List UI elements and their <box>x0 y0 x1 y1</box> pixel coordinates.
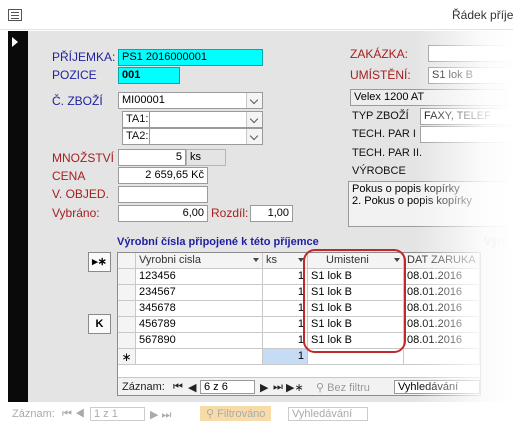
form-next-record-icon[interactable]: ▶ ⏭ <box>150 408 171 422</box>
pozice-label: POZICE <box>52 68 97 82</box>
model-field: Velex 1200 AT <box>350 89 513 106</box>
prijemka-field[interactable]: PS1 2016000001 <box>118 49 263 66</box>
zakazka-label: ZAKÁZKA: <box>350 47 409 61</box>
grid-cell-serial[interactable]: 123456 <box>136 269 263 285</box>
poznamka-line-2: 2. Pokus o popis kopírky <box>352 195 472 207</box>
prijemka-label: PŘÍJEMKA: <box>52 50 116 64</box>
k-button[interactable]: K <box>88 314 111 334</box>
ta1-label: TA1: <box>122 111 150 128</box>
highlight-annotation <box>303 249 406 353</box>
chevron-down-icon[interactable] <box>246 93 262 108</box>
zakazka-field[interactable] <box>428 45 513 62</box>
umisteni-combo[interactable]: S1 lok B <box>428 67 513 84</box>
grid-cell-datum[interactable]: 08.01.2016 <box>404 285 480 301</box>
chevron-down-icon[interactable] <box>246 112 262 127</box>
tech-par-2-label: TECH. PAR II. <box>352 147 423 159</box>
column-header-ks[interactable]: ks <box>263 253 308 269</box>
previous-record-icon[interactable]: ◀ <box>188 381 196 394</box>
filter-icon: ⚲ <box>206 408 215 420</box>
grid-cell-datum[interactable]: 08.01.2016 <box>404 269 480 285</box>
form-record-position[interactable]: 1 z 1 <box>90 407 145 421</box>
sort-arrow-icon[interactable] <box>253 258 259 262</box>
ta2-label: TA2: <box>122 128 150 145</box>
cena-label: CENA <box>52 169 86 183</box>
grid-search-box[interactable]: Vyhledávání <box>394 380 480 394</box>
grid-cell-ks[interactable]: 1 <box>263 317 308 333</box>
form-filter-button[interactable]: ⚲ Filtrováno <box>200 406 272 421</box>
mnozstvi-field[interactable]: 5 <box>118 149 186 166</box>
grid-cell-serial[interactable]: 567890 <box>136 333 263 349</box>
new-record-button[interactable]: ▸∗ <box>88 252 111 272</box>
new-row-marker-icon[interactable]: ∗ <box>118 349 136 365</box>
new-row-cell-ks[interactable]: 1 <box>263 349 308 365</box>
form-navigation-bar: Záznam: ⏮ ◀ 1 z 1 ▶ ⏭ ⚲ Filtrováno Vyhle… <box>8 402 513 433</box>
grid-corner <box>118 253 136 269</box>
poznamka-line-1: Pokus o popis kopírky <box>352 183 460 195</box>
v-objed-field[interactable] <box>118 186 208 203</box>
grid-cell-datum[interactable]: 08.01.2016 <box>404 317 480 333</box>
c-zbozi-label: Č. ZBOŽÍ <box>52 94 103 108</box>
form-icon[interactable] <box>8 9 22 21</box>
title-bar <box>0 0 513 30</box>
grid-caption: Výrobní čísla připojené k této příjemce <box>117 236 319 248</box>
faded-caption: Výrb <box>484 236 509 248</box>
grid-cell-ks[interactable]: 1 <box>263 269 308 285</box>
row-selector[interactable] <box>118 285 136 301</box>
grid-cell-ks[interactable]: 1 <box>263 285 308 301</box>
grid-cell-serial[interactable]: 456789 <box>136 317 263 333</box>
form-first-record-icon[interactable]: ⏮ ◀ <box>62 408 85 421</box>
typ-zbozi-label: TYP ZBOŽÍ <box>352 110 409 122</box>
mnozstvi-unit: ks <box>186 149 226 166</box>
grid-cell-datum[interactable]: 08.01.2016 <box>404 301 480 317</box>
umisteni-label: UMÍSTĚNÍ: <box>350 68 411 82</box>
v-objed-label: V. OBJED. <box>52 187 109 201</box>
row-selector[interactable] <box>118 301 136 317</box>
grid-cell-serial[interactable]: 234567 <box>136 285 263 301</box>
cena-field[interactable]: 2 659,65 Kč <box>118 167 208 184</box>
umisteni-value: S1 lok B <box>432 69 473 81</box>
row-selector[interactable] <box>118 269 136 285</box>
grid-cell-datum[interactable]: 08.01.2016 <box>404 333 480 349</box>
mnozstvi-label: MNOŽSTVÍ <box>52 151 114 165</box>
grid-cell-serial[interactable]: 345678 <box>136 301 263 317</box>
grid-record-label: Záznam: <box>122 381 165 393</box>
pozice-field[interactable]: 001 <box>118 67 180 84</box>
ta1-combo[interactable] <box>149 111 263 128</box>
grid-record-position[interactable]: 6 z 6 <box>200 380 255 394</box>
new-record-icon[interactable]: ▶∗ <box>286 381 304 394</box>
vybrano-field[interactable]: 6,00 <box>118 205 208 222</box>
vyrobce-label: VÝROBCE <box>352 165 406 177</box>
serial-numbers-grid[interactable]: Vyrobni cisla ks Umisteni DAT ZARUKA 123… <box>117 252 481 396</box>
c-zbozi-combo[interactable]: MI00001 <box>118 92 263 109</box>
new-row-cell-serial[interactable] <box>136 349 263 365</box>
c-zbozi-value: MI00001 <box>122 94 165 106</box>
ta2-combo[interactable] <box>149 128 263 145</box>
new-row-cell-datum[interactable] <box>404 349 480 365</box>
window-title: Řádek příjem <box>452 8 513 22</box>
current-record-arrow-icon <box>12 37 18 47</box>
column-header-datum[interactable]: DAT ZARUKA <box>404 253 480 269</box>
typ-zbozi-field: FAXY, TELEF <box>420 108 513 125</box>
last-record-icon[interactable]: ⏭ <box>273 381 283 394</box>
next-record-icon[interactable]: ▶ <box>260 381 268 394</box>
form-record-label: Záznam: <box>12 408 55 420</box>
form-search-box[interactable]: Vyhledávání <box>288 407 368 421</box>
grid-filter-button[interactable]: ⚲ Bez filtru <box>316 381 370 394</box>
rozdil-field[interactable]: 1,00 <box>250 205 293 222</box>
chevron-down-icon[interactable] <box>246 129 262 144</box>
first-record-icon[interactable]: ⏮ <box>173 381 183 394</box>
rozdil-label: Rozdíl: <box>211 206 249 220</box>
grid-cell-ks[interactable]: 1 <box>263 301 308 317</box>
row-selector[interactable] <box>118 317 136 333</box>
record-selector[interactable] <box>8 31 28 402</box>
vybrano-label: Vybráno: <box>52 206 100 220</box>
filter-icon: ⚲ <box>316 382 325 394</box>
column-header-serial[interactable]: Vyrobni cisla <box>136 253 263 269</box>
grid-cell-ks[interactable]: 1 <box>263 333 308 349</box>
grid-navigation-bar: Záznam: ⏮ ◀ 6 z 6 ▶ ⏭ ▶∗ ⚲ Bez filtru Vy… <box>118 377 480 395</box>
row-selector[interactable] <box>118 333 136 349</box>
tech-par-1-label: TECH. PAR I <box>352 128 416 140</box>
tech-par-1-field <box>420 126 513 143</box>
poznamka-box[interactable]: Pokus o popis kopírky 2. Pokus o popis k… <box>348 181 513 227</box>
